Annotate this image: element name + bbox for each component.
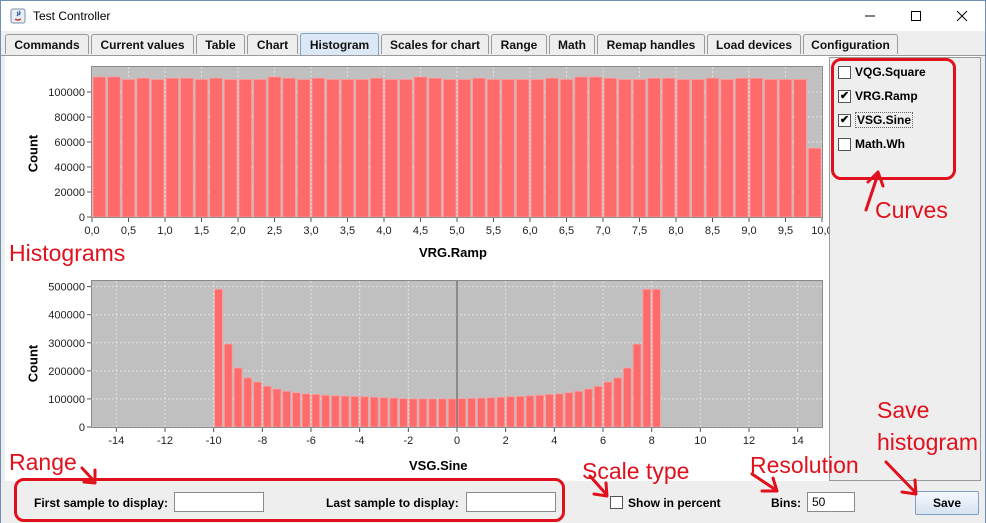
tab-chart[interactable]: Chart	[247, 34, 298, 54]
annotation-range: Range	[9, 449, 77, 475]
tab-label: Table	[205, 37, 236, 52]
x-tick-label: 7,0	[595, 225, 610, 237]
x-tick-label: 5,0	[449, 225, 464, 237]
close-icon	[956, 10, 968, 22]
show-percent-checkbox[interactable]	[610, 496, 623, 509]
annotation-box-curves	[831, 58, 956, 180]
annotation-save-line2: histogram	[877, 429, 978, 455]
x-tick-label: 1,5	[194, 225, 209, 237]
title-bar[interactable]: Test Controller	[1, 1, 985, 31]
java-app-icon	[10, 8, 26, 24]
tab-current-values[interactable]: Current values	[91, 34, 194, 54]
bins-label: Bins:	[771, 496, 801, 510]
x-tick-label: -10	[206, 435, 222, 447]
x-tick-label: -12	[157, 435, 173, 447]
y-tick-label: 60000	[54, 137, 85, 149]
tab-label: Math	[558, 37, 586, 52]
x-tick-label: 8,0	[668, 225, 683, 237]
x-tick-label: 10	[694, 435, 706, 447]
tab-range[interactable]: Range	[491, 34, 547, 54]
y-tick-label: 100000	[48, 394, 85, 406]
tab-load-devices[interactable]: Load devices	[707, 34, 801, 54]
y-tick-label: 500000	[48, 282, 85, 294]
close-button[interactable]	[939, 1, 985, 31]
bins-input[interactable]	[807, 492, 855, 512]
y-tick-label: 0	[79, 212, 85, 224]
annotation-resolution: Resolution	[750, 452, 859, 478]
y-axis-label: Count	[25, 344, 41, 383]
y-axis-label: Count	[25, 134, 41, 173]
tab-label: Current values	[100, 37, 185, 52]
x-tick-label: 3,5	[340, 225, 355, 237]
x-tick-label: 8	[649, 435, 655, 447]
maximize-button[interactable]	[893, 1, 939, 31]
window-title: Test Controller	[33, 9, 111, 23]
tab-scales-for-chart[interactable]: Scales for chart	[381, 34, 489, 54]
y-tick-label: 40000	[54, 162, 85, 174]
x-axis-label: VSG.Sine	[409, 458, 468, 473]
histogram-axes-1: 0,0 0,5 1,0 1,5 2,0 2,5 3,0 3,5 4,0 4,5 5,0 5,5 6,0 6…	[48, 87, 832, 237]
y-tick-label: 80000	[54, 112, 85, 124]
annotation-save-line1: Save	[877, 397, 930, 423]
x-tick-label: 0,0	[84, 225, 99, 237]
x-tick-label: 0,5	[121, 225, 136, 237]
tab-histogram[interactable]: Histogram	[300, 33, 379, 55]
y-tick-label: 200000	[48, 366, 85, 378]
tab-label: Configuration	[811, 37, 890, 52]
y-tick-label: 300000	[48, 338, 85, 350]
tab-label: Remap handles	[606, 37, 696, 52]
save-button[interactable]: Save	[915, 491, 979, 515]
x-tick-label: 4,5	[413, 225, 428, 237]
x-tick-label: 14	[792, 435, 804, 447]
x-tick-label: 4,0	[376, 225, 391, 237]
annotation-scale-type: Scale type	[582, 458, 690, 484]
tab-label: Load devices	[715, 37, 793, 52]
x-tick-label: 8,5	[705, 225, 720, 237]
x-tick-label: -4	[355, 435, 365, 447]
y-tick-label: 400000	[48, 310, 85, 322]
tab-math[interactable]: Math	[549, 34, 595, 54]
tab-bar: Commands Current values Table Chart Hist…	[1, 32, 985, 56]
show-percent-label: Show in percent	[628, 496, 721, 510]
annotation-curves: Curves	[875, 197, 948, 223]
x-tick-label: 5,5	[486, 225, 501, 237]
x-axis-label: VRG.Ramp	[419, 245, 487, 260]
minimize-button[interactable]	[847, 1, 893, 31]
y-tick-label: 100000	[48, 87, 85, 99]
x-tick-label: 0	[454, 435, 460, 447]
x-tick-label: 6,0	[522, 225, 537, 237]
x-tick-label: 7,5	[632, 225, 647, 237]
tab-label: Chart	[256, 37, 289, 52]
x-tick-label: 3,0	[303, 225, 318, 237]
y-tick-label: 0	[79, 422, 85, 434]
x-tick-label: 2,0	[230, 225, 245, 237]
x-tick-label: 9,0	[741, 225, 756, 237]
tab-label: Histogram	[309, 37, 370, 52]
annotation-histograms: Histograms	[9, 240, 126, 266]
x-tick-label: 12	[743, 435, 755, 447]
x-tick-label: 2	[503, 435, 509, 447]
minimize-icon	[865, 15, 875, 17]
x-tick-label: -14	[108, 435, 124, 447]
tab-label: Range	[500, 37, 538, 52]
annotation-box-range	[14, 478, 565, 522]
x-tick-label: -2	[403, 435, 413, 447]
x-tick-label: 1,0	[157, 225, 172, 237]
x-tick-label: 6	[600, 435, 606, 447]
x-tick-label: 4	[551, 435, 557, 447]
tab-commands[interactable]: Commands	[5, 34, 89, 54]
x-tick-label: -6	[306, 435, 316, 447]
x-tick-label: 9,5	[778, 225, 793, 237]
tab-label: Commands	[14, 37, 80, 52]
x-tick-label: 6,5	[559, 225, 574, 237]
tab-table[interactable]: Table	[196, 34, 245, 54]
x-tick-label: -8	[257, 435, 267, 447]
tab-label: Scales for chart	[389, 37, 481, 52]
tab-configuration[interactable]: Configuration	[803, 34, 898, 54]
y-tick-label: 20000	[54, 187, 85, 199]
tab-remap-handles[interactable]: Remap handles	[597, 34, 705, 54]
histogram-axes-2: -14 -12 -10 -8 -6 -4 -2 0 2 4 6 8 10 12 14 0 100000 20000…	[48, 282, 804, 447]
maximize-icon	[911, 11, 921, 21]
x-tick-label: 2,5	[267, 225, 282, 237]
